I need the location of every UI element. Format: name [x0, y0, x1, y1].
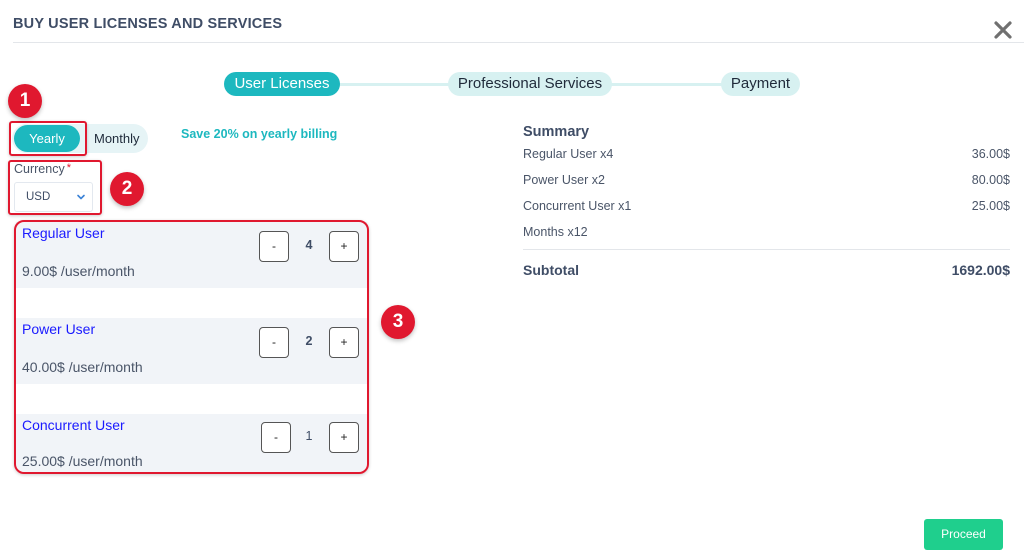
chevron-down-icon [77, 194, 85, 200]
summary-divider [523, 249, 1010, 250]
summary-row: Power User x2 80.00$ [523, 173, 1010, 187]
annotation-badge-3: 3 [381, 305, 415, 339]
license-item-power-user: Power User 40.00$ /user/month - 2 + [16, 318, 367, 384]
increase-quantity-button[interactable]: + [329, 231, 359, 262]
yearly-option[interactable]: Yearly [14, 125, 80, 152]
summary-title: Summary [523, 124, 590, 140]
license-price: 9.00$ /user/month [22, 263, 135, 279]
annotation-badge-1: 1 [8, 84, 42, 118]
header-divider [13, 42, 1024, 43]
summary-row-amount: 36.00$ [971, 147, 1010, 161]
step-professional-services[interactable]: Professional Services [448, 72, 612, 96]
modal-title: BUY USER LICENSES AND SERVICES [13, 16, 283, 32]
summary-row: Regular User x4 36.00$ [523, 147, 1010, 161]
summary-row-label: Months x12 [523, 225, 588, 239]
increase-quantity-button[interactable]: + [329, 422, 359, 453]
license-item-regular-user: Regular User 9.00$ /user/month - 4 + [16, 222, 367, 288]
summary-row-amount: 80.00$ [971, 173, 1010, 187]
currency-value: USD [26, 191, 51, 203]
summary-row-label: Power User x2 [523, 173, 605, 187]
decrease-quantity-button[interactable]: - [259, 327, 289, 358]
quantity-value: 4 [305, 238, 313, 252]
currency-select[interactable]: USD [14, 182, 93, 212]
step-payment[interactable]: Payment [721, 72, 800, 96]
license-price: 40.00$ /user/month [22, 359, 143, 375]
summary-row-label: Regular User x4 [523, 147, 614, 161]
close-icon [994, 21, 1012, 39]
subtotal-label: Subtotal [523, 262, 579, 278]
billing-period-toggle: Yearly Monthly [12, 124, 148, 153]
quantity-value: 2 [305, 334, 313, 348]
subtotal-amount: 1692.00$ [951, 262, 1010, 278]
quantity-value: 1 [305, 429, 313, 443]
summary-row: Months x12 [523, 225, 1010, 239]
decrease-quantity-button[interactable]: - [261, 422, 291, 453]
currency-label-text: Currency [14, 162, 65, 176]
monthly-option[interactable]: Monthly [94, 125, 140, 152]
step-user-licenses[interactable]: User Licenses [224, 72, 340, 96]
increase-quantity-button[interactable]: + [329, 327, 359, 358]
license-price: 25.00$ /user/month [22, 453, 143, 469]
yearly-savings-note: Save 20% on yearly billing [181, 127, 338, 141]
required-marker: * [66, 162, 71, 174]
subtotal-row: Subtotal 1692.00$ [523, 262, 1010, 278]
license-name: Concurrent User [22, 417, 125, 433]
summary-row-label: Concurrent User x1 [523, 199, 632, 213]
license-name: Regular User [22, 225, 105, 241]
license-name: Power User [22, 321, 96, 337]
decrease-quantity-button[interactable]: - [259, 231, 289, 262]
summary-row: Concurrent User x1 25.00$ [523, 199, 1010, 213]
summary-row-amount: 25.00$ [971, 199, 1010, 213]
proceed-button[interactable]: Proceed [924, 519, 1003, 550]
close-button[interactable] [993, 20, 1013, 40]
annotation-badge-2: 2 [110, 172, 144, 206]
currency-label: Currency * [14, 162, 71, 176]
license-item-concurrent-user: Concurrent User 25.00$ /user/month - 1 + [16, 414, 367, 472]
